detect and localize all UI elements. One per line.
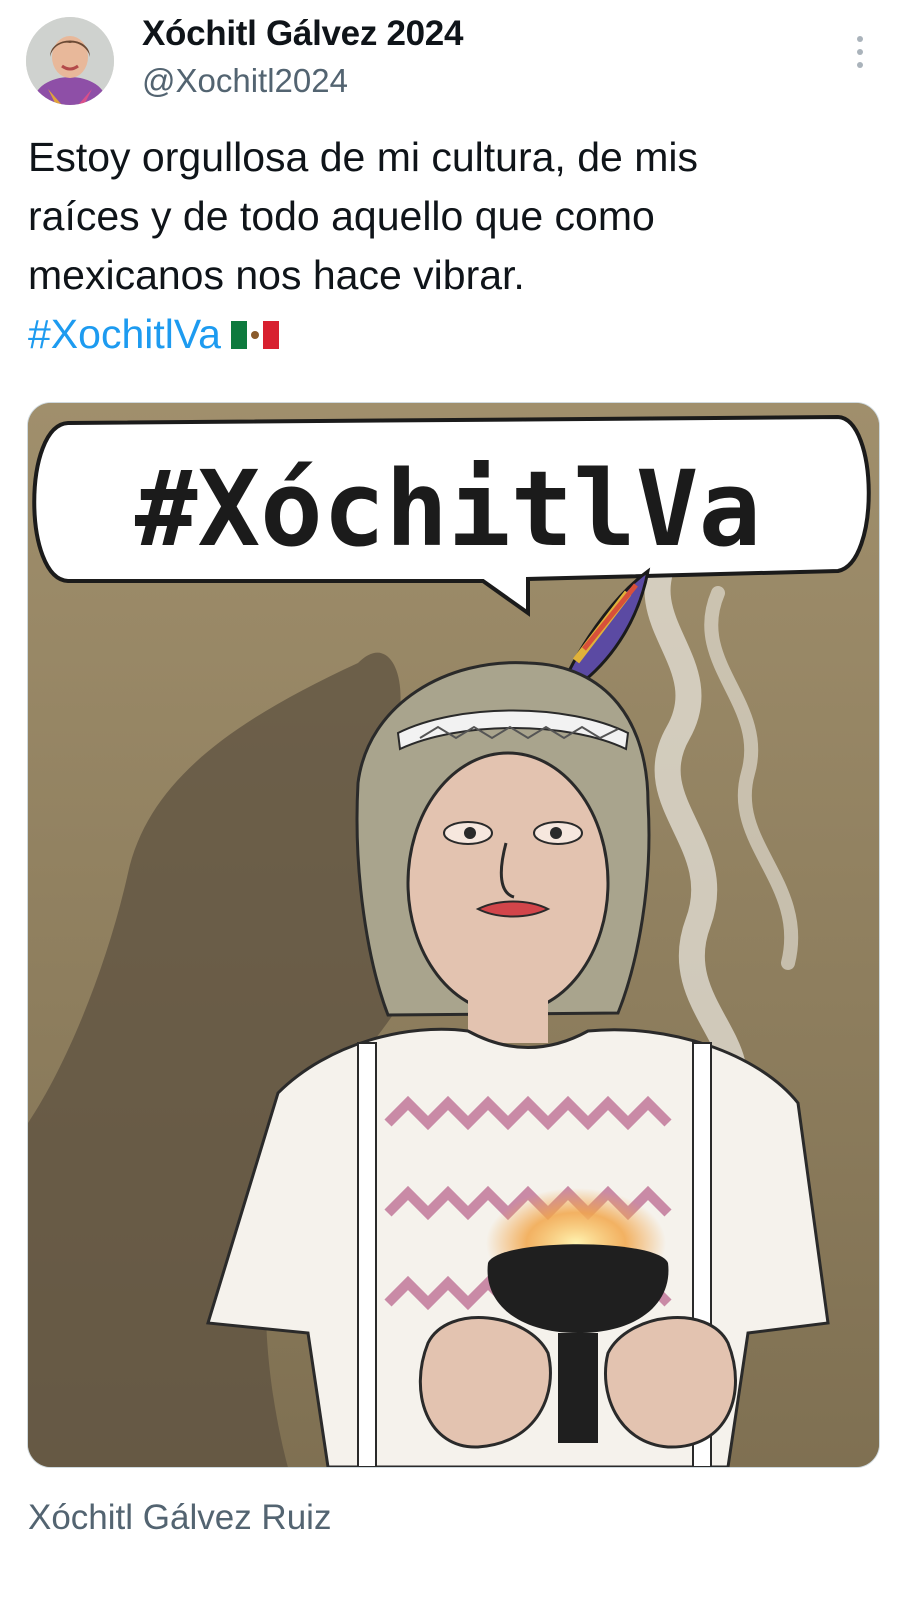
media-caption: Xóchitl Gálvez Ruiz <box>28 1498 332 1537</box>
speech-bubble-text: #XóchitlVa <box>135 448 761 570</box>
tweet-text-line: raíces y de todo aquello que como <box>28 193 655 239</box>
cartoon-illustration: #XóchitlVa <box>28 403 879 1467</box>
hashtag-link[interactable]: #XochitlVa <box>28 305 221 364</box>
avatar[interactable] <box>26 17 114 105</box>
display-name[interactable]: Xóchitl Gálvez 2024 <box>142 14 463 54</box>
hashtag-line: #XochitlVa <box>28 305 888 364</box>
tweet-text-line: mexicanos nos hace vibrar. <box>28 252 525 298</box>
avatar-image <box>26 17 114 105</box>
more-options-icon[interactable] <box>846 30 874 74</box>
mexico-flag-icon <box>230 320 279 349</box>
user-handle[interactable]: @Xochitl2024 <box>142 62 348 100</box>
tweet-text-line: Estoy orgullosa de mi cultura, de mis <box>28 134 698 180</box>
tweet-header: Xóchitl Gálvez 2024 @Xochitl2024 <box>0 0 922 110</box>
tweet-text: Estoy orgullosa de mi cultura, de mis ra… <box>28 128 888 364</box>
tweet-media-image[interactable]: #XóchitlVa <box>27 402 880 1468</box>
